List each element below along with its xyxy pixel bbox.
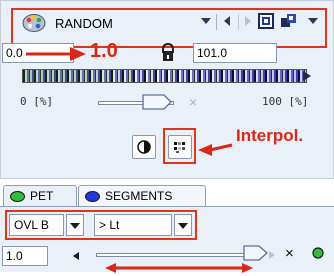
annotation-double-arrow	[104, 262, 254, 276]
triangle-right-icon[interactable]	[268, 249, 276, 263]
triangle-right-icon	[302, 70, 312, 85]
palette-icon[interactable]	[22, 13, 46, 33]
threshold-value-input[interactable]: 1.0	[2, 246, 48, 266]
chevron-down-icon[interactable]	[200, 15, 212, 29]
scale-max-label: 100 [%]	[262, 95, 309, 108]
close-icon[interactable]: ×	[189, 94, 197, 110]
color-square-icon[interactable]	[258, 13, 274, 29]
green-dot-icon[interactable]	[311, 246, 325, 263]
method-select[interactable]: OVL B	[9, 214, 64, 236]
half-circle-icon	[137, 140, 151, 154]
lock-icon[interactable]	[161, 42, 175, 67]
colormap-name[interactable]: RANDOM	[55, 16, 113, 31]
toolbar-divider	[216, 14, 217, 30]
chevron-down-icon[interactable]	[307, 15, 319, 29]
tab-segments[interactable]: SEGMENTS	[78, 185, 206, 206]
annotation-arrow-left	[196, 140, 236, 161]
interpolation-button[interactable]	[168, 135, 192, 159]
invert-button[interactable]	[132, 135, 156, 159]
toolbar-divider	[238, 14, 239, 30]
method-dropdown-button[interactable]	[66, 214, 84, 236]
colormap-bar	[22, 69, 307, 83]
annotation-interpolation: Interpol.	[236, 126, 304, 145]
operator-dropdown-button[interactable]	[174, 214, 192, 236]
scale-min-label: 0 [%]	[20, 95, 54, 108]
triangle-left-icon[interactable]	[72, 250, 80, 264]
tab-pet[interactable]: PET	[3, 185, 77, 206]
annotation-arrow-right	[24, 45, 88, 66]
max-value-input[interactable]: 101.0	[193, 43, 277, 63]
close-icon[interactable]: ×	[285, 245, 294, 262]
triangle-right-icon[interactable]	[243, 15, 253, 30]
operator-select[interactable]: > Lt	[94, 214, 172, 236]
triangle-left-icon[interactable]	[222, 15, 232, 30]
threshold-slider-track[interactable]	[96, 253, 258, 257]
opacity-slider-thumb[interactable]	[142, 94, 172, 110]
green-dot-icon	[10, 191, 25, 203]
dot-grid-icon	[174, 142, 185, 153]
color-cubes-icon[interactable]	[280, 13, 296, 29]
annotation-min-value: 1.0	[90, 40, 118, 62]
blue-dot-icon	[85, 191, 100, 203]
